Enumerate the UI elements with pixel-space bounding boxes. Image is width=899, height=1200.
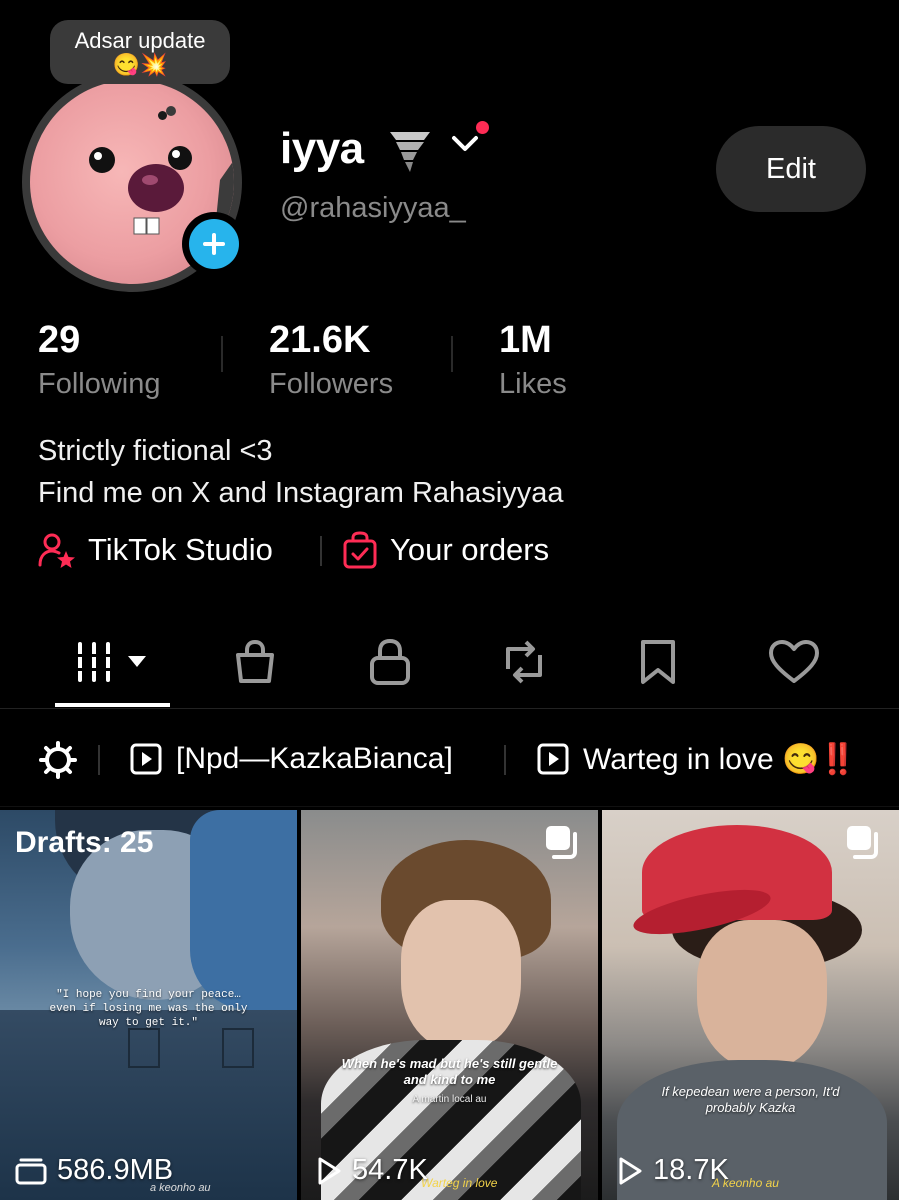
tiktok-studio-link[interactable]: TikTok Studio <box>38 528 273 572</box>
bio: Strictly fictional <3 Find me on X and I… <box>38 430 564 514</box>
playlist-item[interactable]: [Npd—KazkaBianca] <box>130 736 453 782</box>
stat-following[interactable]: 29 Following <box>38 318 161 401</box>
view-count: 54.7K <box>316 1154 428 1187</box>
tiktok-studio-label: TikTok Studio <box>88 532 273 567</box>
video-caption: When he's mad but he's still gentle and … <box>341 1056 558 1087</box>
playlist-divider <box>504 745 506 775</box>
tabs-divider <box>0 708 899 709</box>
playlist-settings-gear-icon[interactable] <box>38 740 78 780</box>
thumbnail-shape <box>222 1028 254 1068</box>
multi-image-icon <box>546 826 577 859</box>
saved-tab[interactable] <box>618 620 698 704</box>
drafts-size: 586.9MB <box>15 1154 173 1187</box>
drafts-tile[interactable]: Drafts: 25 "I hope you find your peace… … <box>0 810 297 1200</box>
thumbnail-shape <box>190 810 297 1010</box>
video-tile[interactable]: When he's mad but he's still gentle and … <box>301 810 598 1200</box>
reposts-tab[interactable] <box>484 620 564 704</box>
notification-dot <box>473 118 492 137</box>
your-orders-label: Your orders <box>390 532 550 567</box>
creator-star-icon <box>38 533 75 568</box>
thumbnail-shape <box>697 920 827 1070</box>
videos-tab[interactable] <box>55 620 170 704</box>
bookmark-icon <box>641 640 675 684</box>
video-tile[interactable]: If kepedean were a person, It'd probably… <box>602 810 899 1200</box>
grid-divider <box>0 806 899 807</box>
your-orders-link[interactable]: Your orders <box>342 528 549 572</box>
watermark: Warteg in love <box>421 1176 498 1190</box>
playlists-row: [Npd—KazkaBianca] Warteg in love 😋‼️ <box>0 724 899 794</box>
edit-profile-button[interactable]: Edit <box>716 126 866 212</box>
video-caption: "I hope you find your peace… even if los… <box>49 989 248 1029</box>
stat-value: 29 <box>38 319 81 361</box>
view-count: 18.7K <box>617 1154 729 1187</box>
playlist-label: [Npd—KazkaBianca] <box>176 742 453 775</box>
add-story-button[interactable] <box>182 212 246 276</box>
drafts-count: Drafts: 25 <box>15 826 154 859</box>
stat-label: Likes <box>499 368 567 400</box>
bio-line: Strictly fictional <3 <box>38 435 273 467</box>
link-divider <box>320 536 322 566</box>
play-square-icon <box>537 743 569 775</box>
multi-image-icon <box>847 826 878 859</box>
plus-icon <box>203 233 225 255</box>
play-icon <box>619 1157 642 1184</box>
thumbnail-shape <box>128 1028 160 1068</box>
active-tab-indicator <box>55 703 170 707</box>
note-bubble-tail <box>166 106 176 116</box>
video-caption: If kepedean were a person, It'd probably… <box>661 1084 840 1115</box>
chevron-down-icon[interactable] <box>450 132 480 154</box>
stat-value: 1M <box>499 319 552 361</box>
display-name: iyya <box>280 124 364 173</box>
profile-tabs <box>0 620 899 708</box>
private-tab[interactable] <box>350 620 430 704</box>
drafts-stack-icon <box>15 1158 47 1184</box>
play-icon <box>318 1157 341 1184</box>
orders-bag-icon <box>343 531 377 569</box>
shop-tab[interactable] <box>215 620 295 704</box>
grid-icon <box>75 642 146 682</box>
stat-value: 21.6K <box>269 319 371 361</box>
drafts-size-value: 586.9MB <box>57 1154 174 1186</box>
stat-divider <box>221 336 223 372</box>
playlist-label: Warteg in love 😋‼️ <box>583 742 857 776</box>
play-square-icon <box>130 743 162 775</box>
note-text: Adsar update <box>74 28 206 53</box>
stat-label: Followers <box>269 368 394 400</box>
username: @rahasiyyaa_ <box>280 192 466 224</box>
view-count-value: 54.7K <box>352 1154 428 1186</box>
note-emojis: 😋💥 <box>112 52 168 77</box>
stat-likes[interactable]: 1M Likes <box>499 318 567 401</box>
liked-tab[interactable] <box>752 620 836 704</box>
stat-label: Following <box>38 368 161 400</box>
note-bubble-tail-dot <box>158 111 167 120</box>
thumbnail-shape <box>401 900 521 1050</box>
view-count-value: 18.7K <box>653 1154 729 1186</box>
note-bubble[interactable]: Adsar update 😋💥 <box>50 20 230 120</box>
bio-line: Find me on X and Instagram Rahasiyyaa <box>38 477 564 509</box>
lock-icon <box>370 638 410 685</box>
repost-icon <box>506 640 542 684</box>
shopping-bag-icon <box>236 639 274 683</box>
stat-divider <box>451 336 453 372</box>
tornado-icon <box>390 132 430 172</box>
heart-icon <box>769 640 819 683</box>
video-subcaption: A martin local au <box>412 1094 487 1105</box>
stat-followers[interactable]: 21.6K Followers <box>269 318 393 401</box>
playlist-item[interactable]: Warteg in love 😋‼️ <box>537 736 857 782</box>
playlist-divider <box>98 745 100 775</box>
